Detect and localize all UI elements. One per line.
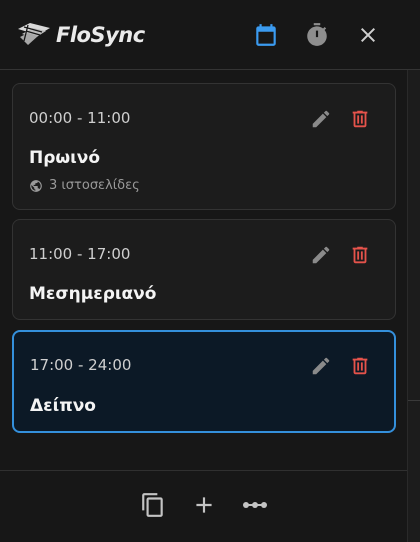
brand-name: FloSync (56, 23, 145, 47)
schedule-card-dinner[interactable]: 17:00 - 24:00 Δείπνο (12, 330, 396, 433)
timer-button[interactable] (302, 20, 332, 50)
delete-button[interactable] (348, 107, 372, 131)
edit-icon (312, 357, 330, 375)
add-button[interactable] (190, 491, 218, 519)
copy-button[interactable] (139, 491, 167, 519)
edit-icon (312, 246, 330, 264)
scrollbar-divider (408, 400, 420, 401)
app-window: FloSync 00:00 - 11:00 Πρωινό 3 ιστοσελίδ… (0, 0, 420, 542)
copy-icon (142, 493, 163, 517)
globe-icon (29, 179, 43, 193)
delete-icon (352, 357, 368, 375)
more-icon (243, 502, 267, 508)
edit-button[interactable] (309, 243, 333, 267)
schedule-name: Πρωινό (29, 148, 101, 168)
footer-toolbar (0, 470, 420, 542)
schedule-card-lunch[interactable]: 11:00 - 17:00 Μεσημεριανό (12, 219, 396, 320)
logo: FloSync (16, 20, 145, 50)
schedule-card-morning[interactable]: 00:00 - 11:00 Πρωινό 3 ιστοσελίδες (12, 83, 396, 210)
close-icon (361, 28, 375, 42)
delete-button[interactable] (348, 354, 372, 378)
add-icon (196, 497, 212, 513)
calendar-icon (256, 24, 276, 46)
edit-button[interactable] (309, 107, 333, 131)
logo-icon (18, 23, 50, 45)
timer-icon (307, 23, 327, 46)
more-button[interactable] (241, 491, 269, 519)
schedule-meta: 3 ιστοσελίδες (29, 178, 140, 193)
calendar-button[interactable] (251, 20, 281, 50)
edit-button[interactable] (309, 354, 333, 378)
schedule-time: 11:00 - 17:00 (29, 245, 131, 263)
schedule-time: 00:00 - 11:00 (29, 109, 131, 127)
schedule-name: Δείπνο (30, 396, 96, 416)
header: FloSync (0, 0, 420, 70)
site-count: 3 ιστοσελίδες (49, 178, 140, 193)
schedule-time: 17:00 - 24:00 (30, 356, 132, 374)
close-button[interactable] (353, 20, 383, 50)
delete-icon (352, 110, 368, 128)
delete-icon (352, 246, 368, 264)
schedule-name: Μεσημεριανό (29, 284, 157, 304)
scrollbar-track[interactable] (407, 70, 420, 542)
edit-icon (312, 110, 330, 128)
delete-button[interactable] (348, 243, 372, 267)
